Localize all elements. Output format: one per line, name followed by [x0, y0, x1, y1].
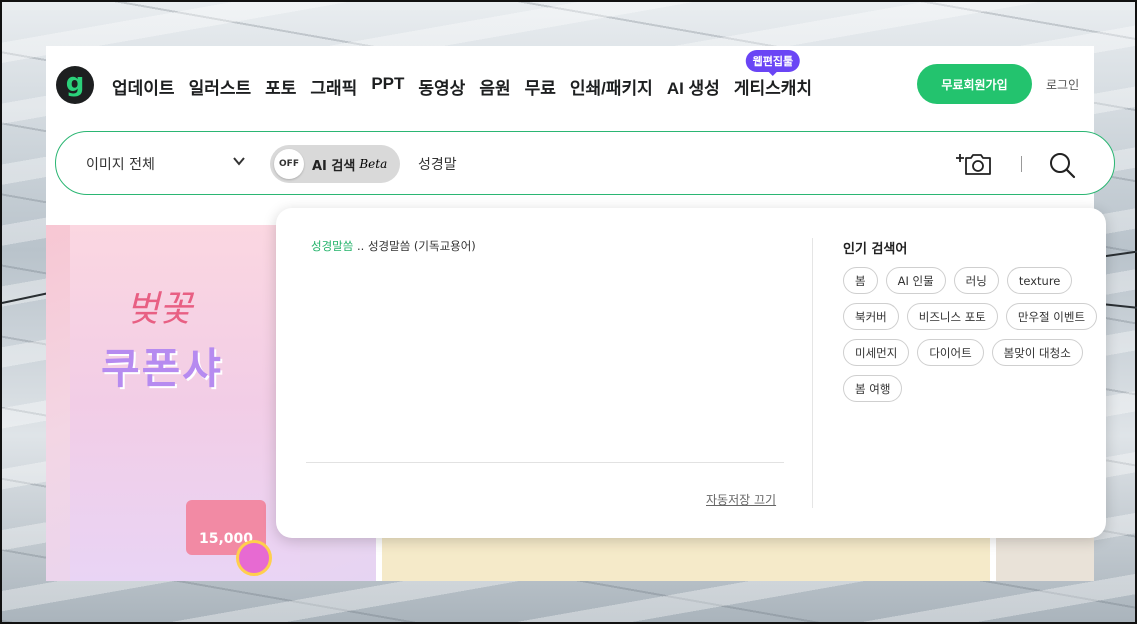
popular-tag[interactable]: 다이어트: [917, 339, 984, 366]
menu-item-label: 게티스캐치: [733, 79, 813, 98]
menu-item-photo[interactable]: 포토: [265, 74, 296, 99]
popular-tag[interactable]: 미세먼지: [843, 339, 910, 366]
camera-search-icon[interactable]: [956, 148, 994, 178]
top-navigation: g 업데이트 일러스트 포토 그래픽 PPT 동영상 음원 무료 인쇄/패키지 …: [46, 46, 1094, 126]
popular-tags: 봄 AI 인물 러닝 texture 북커버 비즈니스 포토 만우절 이벤트 미…: [843, 267, 1098, 402]
login-link[interactable]: 로그인: [1046, 76, 1079, 93]
menu-item-free[interactable]: 무료: [525, 74, 556, 99]
search-suggestion-dropdown: 성경말씀 .. 성경말씀 (기독교용어) 자동저장 끄기 인기 검색어 봄 AI…: [276, 208, 1106, 538]
ai-search-label: AI 검색: [312, 158, 356, 174]
search-icon[interactable]: [1048, 151, 1076, 179]
divider: [306, 462, 784, 463]
banner-script-text: 벚꽃: [126, 289, 193, 330]
menu-item-illustration[interactable]: 일러스트: [189, 74, 252, 99]
beta-label: Beta: [359, 157, 388, 171]
free-signup-button[interactable]: 무료회원가입: [917, 64, 1032, 104]
ai-search-toggle[interactable]: OFF AI 검색 Beta: [270, 145, 400, 183]
popular-tag[interactable]: texture: [1006, 267, 1073, 294]
divider: [812, 238, 813, 508]
menu-item-getty-catch[interactable]: 게티스캐치 웹편집툴: [733, 50, 813, 99]
menu-item-graphic[interactable]: 그래픽: [310, 74, 357, 99]
popular-tag[interactable]: AI 인물: [885, 267, 946, 294]
logo[interactable]: g: [56, 66, 94, 104]
popular-tag[interactable]: 봄맞이 대청소: [991, 339, 1083, 366]
popular-searches-title: 인기 검색어: [843, 242, 908, 257]
menu-item-ppt[interactable]: PPT: [371, 74, 404, 99]
toggle-knob: OFF: [274, 149, 304, 179]
suggestion-item[interactable]: 성경말씀 .. 성경말씀 (기독교용어): [311, 238, 476, 254]
popular-tag[interactable]: 비즈니스 포토: [906, 303, 998, 330]
banner-title: 쿠폰샤: [101, 345, 223, 392]
suggestion-text: .. 성경말씀 (기독교용어): [353, 239, 476, 253]
menu-item-video[interactable]: 동영상: [418, 74, 465, 99]
web-editor-badge: 웹편집툴: [745, 50, 801, 76]
popular-tag[interactable]: 봄 여행: [843, 375, 903, 402]
popular-tag[interactable]: 북커버: [843, 303, 899, 330]
menu-item-music[interactable]: 음원: [479, 74, 510, 99]
autosave-off-link[interactable]: 자동저장 끄기: [706, 491, 776, 508]
alarm-clock-illustration: [236, 540, 272, 576]
search-input[interactable]: [418, 152, 898, 176]
menu-item-ai-create[interactable]: AI 생성: [667, 74, 720, 99]
popular-tag[interactable]: 러닝: [953, 267, 999, 294]
main-menu: 업데이트 일러스트 포토 그래픽 PPT 동영상 음원 무료 인쇄/패키지 AI…: [112, 50, 826, 99]
divider: [1021, 156, 1022, 172]
menu-item-update[interactable]: 업데이트: [112, 74, 175, 99]
popular-tag[interactable]: 봄: [843, 267, 878, 294]
popular-tag[interactable]: 만우절 이벤트: [1005, 303, 1098, 330]
suggestion-highlight: 성경말씀: [311, 239, 354, 253]
search-scope-select[interactable]: 이미지 전체: [86, 154, 155, 174]
menu-item-print-package[interactable]: 인쇄/패키지: [570, 74, 653, 99]
search-bar: 이미지 전체 OFF AI 검색 Beta: [55, 131, 1115, 195]
chevron-down-icon[interactable]: [232, 154, 246, 168]
